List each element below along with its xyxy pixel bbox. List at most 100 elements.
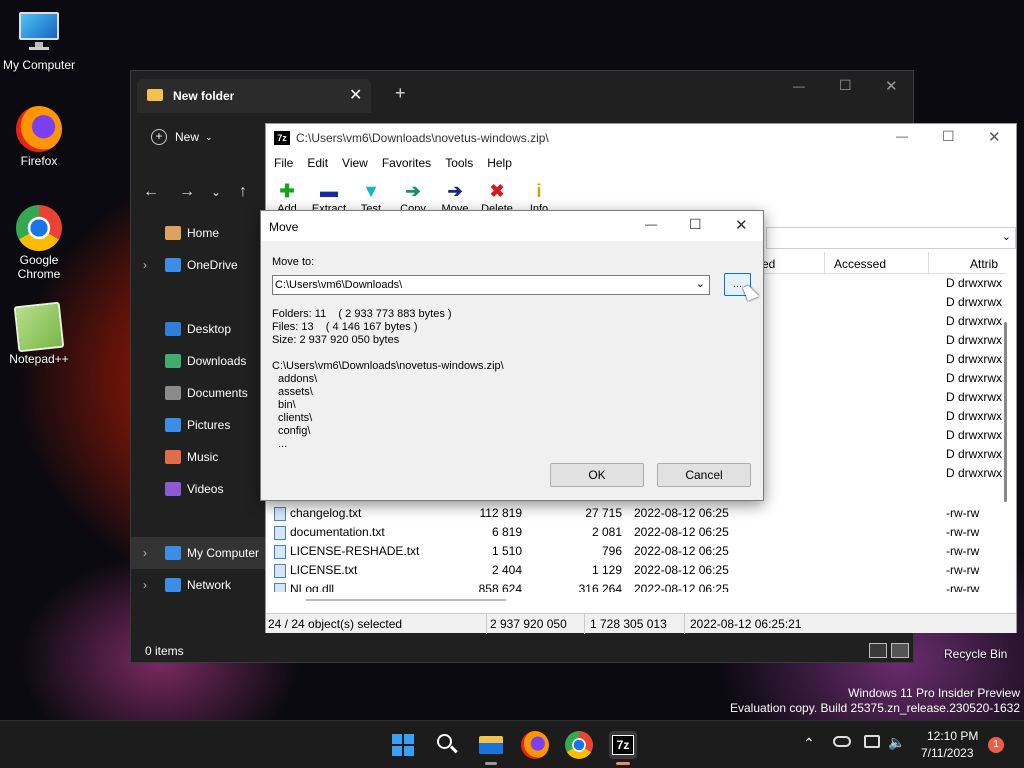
- nav-item-pictures[interactable]: Pictures: [131, 409, 265, 441]
- close-icon[interactable]: ✕: [988, 128, 1001, 146]
- file-modified: 2022-08-12 06:25: [634, 544, 729, 558]
- chevron-down-icon: ⌄: [205, 131, 213, 142]
- info-icon: i: [536, 181, 542, 201]
- plus-circle-icon: +: [151, 129, 167, 145]
- 7zip-taskbar-icon[interactable]: 7z: [609, 731, 637, 765]
- nav-item-desktop[interactable]: Desktop: [131, 313, 265, 345]
- maximize-icon[interactable]: ☐: [839, 77, 852, 94]
- chrome-taskbar-icon[interactable]: [565, 731, 593, 759]
- nav-item-videos[interactable]: Videos: [131, 473, 265, 505]
- cloud-offline-icon[interactable]: [833, 736, 851, 747]
- nav-item-downloads[interactable]: Downloads: [131, 345, 265, 377]
- minimize-icon[interactable]: —: [645, 217, 657, 231]
- attrib-cell: D drwxrwx: [946, 390, 1002, 404]
- nav-item-home[interactable]: Home: [131, 217, 265, 249]
- start-icon[interactable]: [389, 731, 417, 759]
- horizontal-scrollbar[interactable]: [306, 599, 506, 601]
- chevron-down-icon[interactable]: ⌄: [1002, 230, 1011, 243]
- copy-button[interactable]: ➔ Copy: [392, 178, 434, 212]
- search-icon[interactable]: [433, 731, 461, 759]
- notification-badge[interactable]: 1: [988, 737, 1004, 753]
- menu-view[interactable]: View: [342, 156, 368, 170]
- back-icon[interactable]: ←: [143, 183, 159, 201]
- forward-icon[interactable]: →: [179, 183, 195, 201]
- 7zip-taskbar-label: 7z: [612, 735, 634, 755]
- file-row[interactable]: LICENSE.txt 2 404 1 129 2022-08-12 06:25 -rw…: [266, 561, 1006, 580]
- close-tab-icon[interactable]: ✕: [349, 85, 362, 105]
- desktop-icon-my-computer[interactable]: My Computer: [1, 10, 77, 72]
- delete-button[interactable]: ✖ Delete: [476, 178, 518, 212]
- file-explorer-taskbar-icon[interactable]: [477, 731, 505, 765]
- created-header[interactable]: ed: [762, 257, 775, 271]
- menu-tools[interactable]: Tools: [445, 156, 473, 170]
- nav-item-onedrive[interactable]: › OneDrive: [131, 249, 265, 281]
- minimize-icon[interactable]: —: [793, 79, 805, 93]
- test-button[interactable]: ▼ Test: [350, 178, 392, 212]
- details-view-icon[interactable]: [869, 643, 887, 658]
- file-row[interactable]: LICENSE-RESHADE.txt 1 510 796 2022-08-12 06…: [266, 542, 1006, 561]
- add-button[interactable]: ✚ Add: [266, 178, 308, 212]
- info-button[interactable]: i Info: [518, 178, 560, 212]
- explorer-tab[interactable]: New folder ✕: [137, 79, 371, 113]
- attrib-cell: D drwxrwx: [946, 371, 1002, 385]
- nav-item-my-computer[interactable]: › My Computer: [131, 537, 265, 569]
- extract-button[interactable]: ▬ Extract: [308, 178, 350, 212]
- attrib-cell: D drwxrwx: [946, 447, 1002, 461]
- desktop-icon-chrome[interactable]: Google Chrome: [1, 205, 77, 281]
- move-button[interactable]: ➔ Move: [434, 178, 476, 212]
- clock-date[interactable]: 7/11/2023: [921, 746, 974, 760]
- vertical-scrollbar[interactable]: [1002, 254, 1010, 594]
- folders-info: Folders: 11 ( 2 933 773 883 bytes ): [272, 308, 452, 320]
- desktop-icon-label: Firefox: [20, 154, 58, 168]
- ok-button[interactable]: OK: [550, 463, 644, 487]
- destination-path-combobox[interactable]: C:\Users\vm6\Downloads\ ⌄: [272, 275, 710, 295]
- chevron-down-icon[interactable]: ⌄: [211, 185, 221, 199]
- cancel-button[interactable]: Cancel: [657, 463, 751, 487]
- file-packed: 2 081: [591, 525, 622, 539]
- close-icon[interactable]: ✕: [885, 77, 898, 95]
- file-row[interactable]: documentation.txt 6 819 2 081 2022-08-12 06…: [266, 523, 1006, 542]
- attrib-header[interactable]: Attrib: [970, 257, 998, 271]
- maximize-icon[interactable]: ☐: [689, 216, 702, 233]
- nav-item-network[interactable]: › Network: [131, 569, 265, 601]
- nav-item-label: My Computer: [187, 546, 260, 560]
- desktop-icon-notepadpp[interactable]: Notepad++: [1, 301, 77, 366]
- recycle-bin-label[interactable]: Recycle Bin: [944, 647, 1007, 661]
- accessed-header[interactable]: Accessed: [834, 257, 886, 271]
- watermark-line1: Windows 11 Pro Insider Preview: [848, 686, 1020, 700]
- minimize-icon[interactable]: —: [896, 129, 908, 143]
- nav-item-music[interactable]: Music: [131, 441, 265, 473]
- menu-file[interactable]: File: [274, 156, 293, 170]
- volume-icon[interactable]: 🔈: [888, 734, 905, 751]
- file-attrib: -rw-rw: [946, 563, 980, 577]
- text-file-icon: [274, 507, 286, 521]
- menu-favorites[interactable]: Favorites: [382, 156, 431, 170]
- new-button[interactable]: + New ⌄: [151, 129, 213, 145]
- video-icon: [165, 482, 181, 496]
- chevron-right-icon[interactable]: ›: [143, 258, 147, 272]
- menu-edit[interactable]: Edit: [307, 156, 328, 170]
- tiles-view-icon[interactable]: [891, 643, 909, 658]
- status-packed: 1 728 305 013: [590, 617, 667, 631]
- file-packed: 796: [601, 544, 622, 558]
- menu-help[interactable]: Help: [487, 156, 512, 170]
- file-row[interactable]: NLog.dll 858 624 316 264 2022-08-12 06:25 -r…: [266, 580, 1006, 592]
- maximize-icon[interactable]: ☐: [942, 128, 955, 145]
- chevron-up-icon[interactable]: ⌃: [803, 735, 815, 752]
- firefox-taskbar-icon[interactable]: [521, 731, 549, 759]
- move-to-label: Move to:: [272, 256, 315, 268]
- chevron-down-icon[interactable]: ⌄: [696, 277, 705, 290]
- network-icon[interactable]: [864, 735, 880, 748]
- file-attrib: -rw-rw: [946, 544, 980, 558]
- desktop-icon-firefox[interactable]: Firefox: [1, 106, 77, 168]
- home-icon: [165, 226, 181, 240]
- file-row[interactable]: changelog.txt 112 819 27 715 2022-08-12 06:…: [266, 504, 1006, 523]
- nav-item-documents[interactable]: Documents: [131, 377, 265, 409]
- close-icon[interactable]: ✕: [735, 216, 748, 234]
- clock-time[interactable]: 12:10 PM: [927, 729, 978, 743]
- address-bar[interactable]: ⌄: [766, 227, 1016, 249]
- new-tab-icon[interactable]: +: [395, 83, 406, 104]
- chevron-right-icon[interactable]: ›: [143, 578, 147, 592]
- up-icon[interactable]: ↑: [239, 183, 247, 201]
- chevron-right-icon[interactable]: ›: [143, 546, 147, 560]
